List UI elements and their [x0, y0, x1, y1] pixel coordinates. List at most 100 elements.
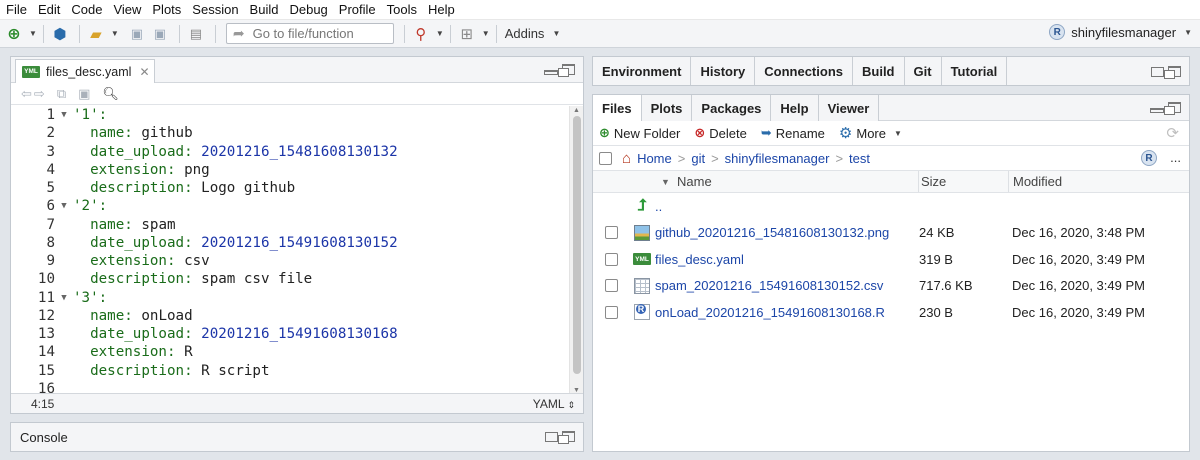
- tab-connections[interactable]: Connections: [755, 57, 853, 85]
- tab-build[interactable]: Build: [853, 57, 905, 85]
- goto-file-input[interactable]: ➦ Go to file/function: [225, 23, 394, 44]
- tab-environment[interactable]: Environment: [593, 57, 692, 85]
- workspace-panes-caret[interactable]: ▼: [482, 29, 490, 38]
- scrollbar-thumb[interactable]: [573, 116, 581, 374]
- tab-help[interactable]: Help: [771, 95, 819, 121]
- go-to-project-icon[interactable]: R: [1141, 150, 1157, 166]
- file-checkbox[interactable]: [604, 252, 618, 266]
- files-minimize-icon[interactable]: [1150, 107, 1164, 113]
- forward-arrow-icon[interactable]: ⇨: [34, 86, 45, 102]
- breadcrumb-item[interactable]: Home: [637, 151, 672, 166]
- select-all-checkbox[interactable]: [599, 151, 612, 165]
- breadcrumb-item[interactable]: test: [849, 151, 870, 166]
- new-file-icon[interactable]: ⊕: [4, 23, 24, 45]
- file-checkbox[interactable]: [604, 226, 618, 240]
- size-column-header[interactable]: Size: [919, 171, 1009, 192]
- name-column-header[interactable]: ▼ Name: [593, 171, 919, 192]
- refresh-icon[interactable]: ⟳: [1166, 124, 1179, 142]
- save-all-icon[interactable]: ▣: [150, 23, 170, 45]
- menu-item-help[interactable]: Help: [428, 2, 455, 17]
- yaml-key: name: [90, 307, 125, 324]
- files-pane: Files Plots Packages Help Viewer ⊕ New Folder…: [592, 94, 1190, 452]
- modified-column-header[interactable]: Modified: [1009, 171, 1062, 192]
- menu-item-file[interactable]: File: [6, 2, 27, 17]
- delete-button[interactable]: ⊗ Delete: [694, 125, 746, 141]
- code-text: '3':: [73, 289, 107, 307]
- new-folder-button[interactable]: ⊕ New Folder: [599, 125, 680, 141]
- home-icon[interactable]: ⌂: [622, 150, 631, 167]
- file-checkbox[interactable]: [604, 305, 618, 319]
- menu-item-profile[interactable]: Profile: [339, 2, 376, 17]
- print-icon[interactable]: ▤: [186, 23, 206, 45]
- menu-item-debug[interactable]: Debug: [289, 2, 327, 17]
- addins-button[interactable]: Addins ▼: [505, 23, 561, 45]
- close-tab-icon[interactable]: ✕: [139, 65, 149, 79]
- menu-item-edit[interactable]: Edit: [38, 2, 60, 17]
- menu-item-session[interactable]: Session: [192, 2, 238, 17]
- breadcrumb-item[interactable]: shinyfilesmanager: [725, 151, 830, 166]
- find-icon[interactable]: 🔍︎: [102, 86, 119, 102]
- parent-directory-row[interactable]: ⮥ ..: [593, 193, 1189, 220]
- file-name-link[interactable]: github_20201216_15481608130132.png: [655, 225, 919, 240]
- editor-tab-files-desc[interactable]: YML files_desc.yaml ✕: [15, 59, 155, 83]
- rename-button[interactable]: ➥ Rename: [761, 125, 825, 141]
- fold-toggle-icon[interactable]: ▼: [55, 106, 73, 124]
- tab-tutorial[interactable]: Tutorial: [941, 57, 1008, 85]
- more-options-ellipsis[interactable]: ...: [1170, 150, 1181, 165]
- back-arrow-icon[interactable]: ⇦: [21, 86, 32, 102]
- env-restore-icon[interactable]: [1151, 66, 1164, 77]
- scroll-up-icon[interactable]: ▲: [573, 107, 580, 114]
- file-row[interactable]: YML files_desc.yaml 319 B Dec 16, 2020, 3:4…: [593, 246, 1189, 273]
- yaml-value: 20201216_15491608130152: [201, 234, 398, 251]
- minimize-pane-icon[interactable]: [544, 69, 558, 75]
- console-restore-icon[interactable]: [545, 431, 558, 442]
- vcs-caret[interactable]: ▼: [436, 29, 444, 38]
- parent-directory-link[interactable]: ..: [655, 199, 919, 214]
- editor-scrollbar[interactable]: ▲ ▼: [569, 106, 583, 395]
- tab-files[interactable]: Files: [593, 95, 642, 121]
- fold-toggle-icon[interactable]: ▼: [55, 197, 73, 215]
- yaml-key: description: [90, 362, 185, 379]
- file-row[interactable]: spam_20201216_15491608130152.csv 717.6 KB…: [593, 273, 1189, 300]
- maximize-pane-icon[interactable]: [558, 64, 575, 77]
- line-number: 10: [37, 271, 55, 288]
- file-checkbox[interactable]: [604, 279, 618, 293]
- code-area[interactable]: 1 ▼ '1': 2 name: github 3 date_upload: 20201…: [11, 106, 571, 395]
- open-file-caret[interactable]: ▼: [111, 29, 119, 38]
- menu-item-build[interactable]: Build: [250, 2, 279, 17]
- menu-item-view[interactable]: View: [113, 2, 141, 17]
- yaml-key: date_upload: [90, 234, 185, 251]
- workspace-panes-icon[interactable]: ⊞: [457, 23, 477, 45]
- files-maximize-icon[interactable]: [1164, 102, 1181, 115]
- console-pane[interactable]: Console: [10, 422, 584, 452]
- tab-viewer[interactable]: Viewer: [818, 95, 880, 121]
- editor-save-icon[interactable]: ▣: [78, 86, 90, 102]
- fold-toggle-icon[interactable]: ▼: [55, 289, 73, 307]
- file-name-link[interactable]: files_desc.yaml: [655, 252, 919, 267]
- editor-tab-bar: YML files_desc.yaml ✕: [11, 57, 583, 83]
- menu-item-plots[interactable]: Plots: [152, 2, 181, 17]
- save-icon[interactable]: ▣: [127, 23, 147, 45]
- more-button[interactable]: ⚙ More ▼: [839, 124, 902, 142]
- console-maximize-icon[interactable]: [558, 431, 575, 444]
- code-line: 1 ▼ '1':: [11, 106, 571, 124]
- tab-history[interactable]: History: [691, 57, 756, 85]
- tab-git[interactable]: Git: [904, 57, 942, 85]
- tab-packages[interactable]: Packages: [692, 95, 772, 121]
- env-maximize-icon[interactable]: [1164, 66, 1181, 79]
- open-file-icon[interactable]: ▰: [86, 23, 106, 45]
- breadcrumb-item[interactable]: git: [691, 151, 705, 166]
- vcs-icon[interactable]: ⚲: [411, 23, 431, 45]
- file-name-link[interactable]: onLoad_20201216_15491608130168.R: [655, 305, 919, 320]
- menu-item-code[interactable]: Code: [71, 2, 102, 17]
- new-project-icon[interactable]: ⬢: [50, 23, 70, 45]
- file-row[interactable]: github_20201216_15481608130132.png 24 KB D…: [593, 220, 1189, 247]
- tab-plots[interactable]: Plots: [641, 95, 693, 121]
- show-in-window-icon[interactable]: ⧉: [57, 86, 66, 102]
- menu-item-tools[interactable]: Tools: [387, 2, 417, 17]
- project-menu[interactable]: R shinyfilesmanager ▼: [1049, 24, 1192, 40]
- file-type-selector[interactable]: YAML ⇕: [533, 397, 575, 411]
- file-name-link[interactable]: spam_20201216_15491608130152.csv: [655, 278, 919, 293]
- new-file-caret[interactable]: ▼: [29, 29, 37, 38]
- file-row[interactable]: onLoad_20201216_15491608130168.R230 B Dec…: [593, 299, 1189, 326]
